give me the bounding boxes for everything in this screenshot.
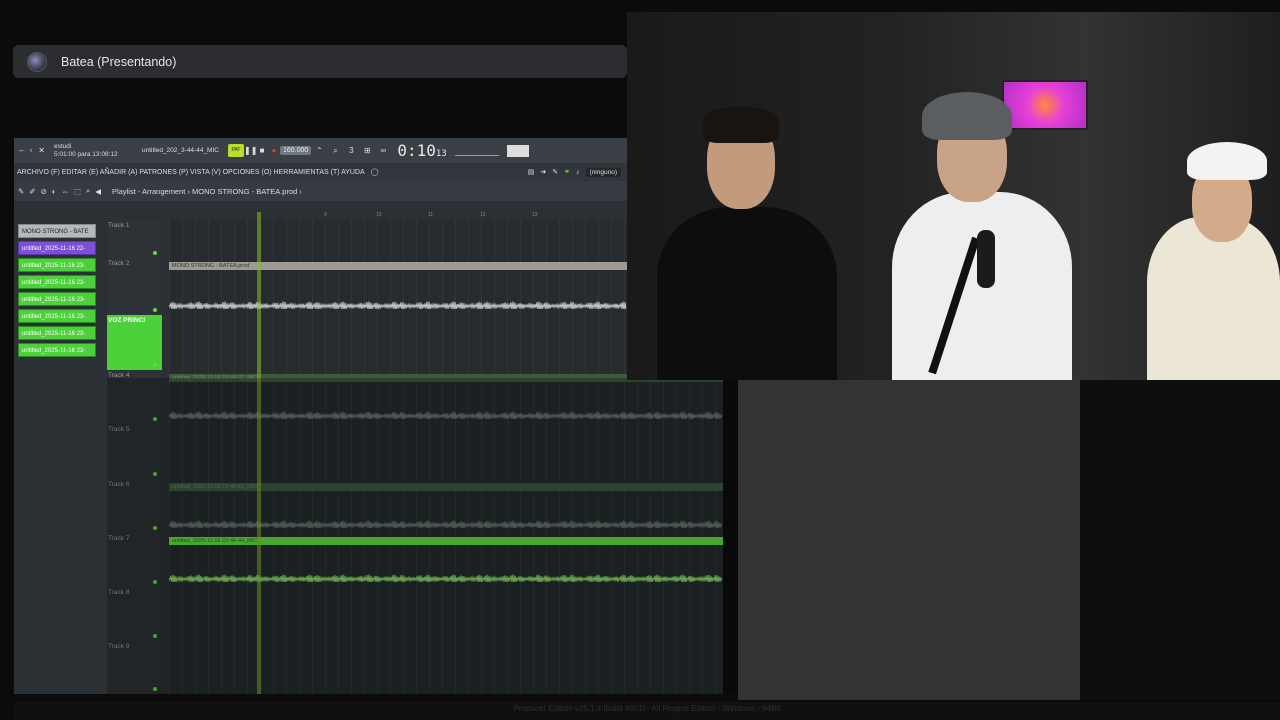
pencil-icon[interactable]: ✎ <box>18 187 24 196</box>
track-enable-icon[interactable] <box>153 251 157 255</box>
person-right <box>1147 142 1280 380</box>
ruler-number: 12 <box>480 212 486 218</box>
user-label: estudi <box>54 142 72 150</box>
speaker-icon[interactable]: ◀ <box>95 187 101 196</box>
pattern-item[interactable]: untitled_2025-11-16 23- <box>18 258 96 272</box>
pattern-item[interactable]: untitled_2025-11-16 23- <box>18 326 96 340</box>
track-label: Track 2 <box>108 260 130 267</box>
track-header[interactable]: Track 1 <box>107 220 162 258</box>
ruler-number: 11 <box>428 212 434 218</box>
record-button[interactable]: ● <box>268 146 280 155</box>
link-icon[interactable]: ⚭ <box>564 168 570 176</box>
cpu-icon: ◯ <box>370 169 379 176</box>
time-display: 0:1013 <box>397 141 446 160</box>
slip-icon[interactable]: ⇔ <box>61 187 69 196</box>
status-line: Producer Edition v25.1.4 [build 4951] - … <box>14 702 1280 720</box>
brush-icon[interactable]: ✎ <box>552 168 558 176</box>
track-label: VOZ PRINCI <box>108 317 146 324</box>
timeline-ruler[interactable]: 9 10 11 12 13 <box>169 212 627 220</box>
select-icon[interactable]: ⬚ <box>74 187 81 196</box>
time-small: 13 <box>435 149 447 159</box>
playlist-icon[interactable]: ▤ <box>528 168 535 176</box>
pattern-item[interactable]: untitled_2025-11-16 23- <box>18 309 96 323</box>
track-header[interactable]: Track 2 <box>107 258 162 315</box>
menu-bar: ARCHIVO (F) EDITAR (E) AÑADIR (A) PATRON… <box>14 163 627 181</box>
track-lane[interactable] <box>169 315 627 370</box>
zoom-icon[interactable]: ⌕ <box>86 186 90 196</box>
none-select[interactable]: (ninguno) <box>585 167 621 177</box>
track-label: Track 1 <box>108 222 130 229</box>
pattern-item[interactable]: untitled_2025-11-16 23- <box>18 275 96 289</box>
peak-meter <box>506 144 529 157</box>
person-left <box>647 97 837 380</box>
pattern-item[interactable]: untitled_2025-11-16 23- <box>18 292 96 306</box>
ruler-number: 10 <box>376 212 382 218</box>
restore-icon[interactable]: ▫ <box>29 146 32 155</box>
play-button[interactable]: ❚❚ <box>244 146 257 155</box>
wait-icon[interactable]: ⌕ <box>327 146 343 156</box>
mic-icon[interactable]: ♪ <box>576 169 580 176</box>
pattern-item[interactable]: untitled_2025-11-16 23- <box>18 343 96 357</box>
menus[interactable]: ARCHIVO (F) EDITAR (E) AÑADIR (A) PATRON… <box>17 169 365 176</box>
empty-panel <box>738 380 1080 700</box>
bpm-display[interactable]: 160.000 <box>280 146 312 155</box>
pattern-song-toggle[interactable]: PAT <box>228 144 244 157</box>
dark-panel <box>1080 380 1280 700</box>
pattern-item[interactable]: untitled_2025-11-16 22- <box>18 241 96 255</box>
microphone <box>977 230 995 288</box>
pattern-item[interactable]: MONO STRONG - BATE <box>18 224 96 238</box>
waveform <box>169 300 627 309</box>
track-header[interactable]: VOZ PRINCI <box>107 315 162 370</box>
track-lane[interactable] <box>169 220 627 258</box>
main-toolbar: – ▫ ✕ estudi 5:01:00 para 13:08:12 untit… <box>14 138 627 163</box>
close-icon[interactable]: ✕ <box>38 146 45 155</box>
webcam-feed <box>627 12 1280 380</box>
time-main: 0:10 <box>397 141 436 160</box>
loop-icon[interactable]: ⊞ <box>359 146 375 155</box>
ruler-number: 13 <box>532 212 538 218</box>
time-info: 5:01:00 para 13:08:12 <box>54 150 118 158</box>
stage: Batea (Presentando) – ▫ ✕ estudi 5:01:00… <box>0 0 1280 720</box>
track-enable-icon[interactable] <box>153 363 157 367</box>
presenter-avatar <box>27 51 47 72</box>
paint-icon[interactable]: ✐ <box>29 187 35 196</box>
dim-overlay <box>107 378 737 694</box>
playlist-title: Playlist - Arrangement › MONO STRONG - B… <box>112 186 302 196</box>
arrow-icon[interactable]: ➜ <box>540 168 546 176</box>
menubar-tools: ▤ ➜ ✎ ⚭ ♪ (ninguno) <box>528 167 627 177</box>
window-controls: – ▫ ✕ <box>14 146 50 155</box>
ruler-number: 9 <box>324 212 327 218</box>
pattern-list: MONO STRONG - BATE untitled_2025-11-16 2… <box>18 224 96 360</box>
oscilloscope <box>454 146 499 156</box>
audio-clip-header[interactable]: MONO STRONG - BATEA.prod <box>169 262 627 270</box>
track-enable-icon[interactable] <box>153 308 157 312</box>
delete-icon[interactable]: ⊘ <box>41 187 47 196</box>
mute-icon[interactable]: ◐ <box>52 187 57 196</box>
presenter-name: Batea (Presentando) <box>61 54 177 69</box>
song-info: estudi 5:01:00 para 13:08:12 <box>54 143 132 159</box>
step-icon[interactable]: ∞ <box>375 146 391 155</box>
playlist-header: ✎ ✐ ⊘ ◐ ⇔ ⬚ ⌕ ◀ Playlist - Arrangement ›… <box>14 181 627 201</box>
countdown-icon[interactable]: 3 <box>343 146 359 155</box>
minimize-icon[interactable]: – <box>19 146 23 155</box>
presenting-banner: Batea (Presentando) <box>13 45 627 78</box>
metronome-icon[interactable]: ⌃ <box>311 146 327 155</box>
stop-button[interactable]: ■ <box>256 146 268 155</box>
project-name: untitled_202_3-44-44_MIC <box>142 147 219 154</box>
